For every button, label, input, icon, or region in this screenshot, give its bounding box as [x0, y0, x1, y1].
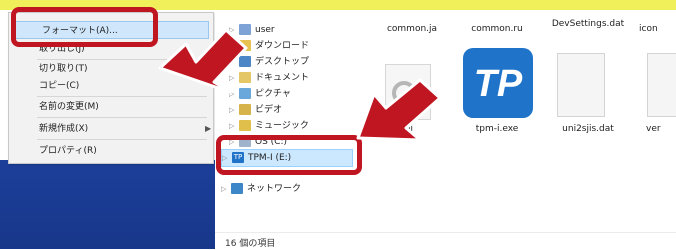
annotation-arrows	[158, 28, 442, 142]
arrow-to-tpm-drive-icon	[356, 78, 442, 142]
arrow-to-format-icon	[158, 28, 248, 94]
